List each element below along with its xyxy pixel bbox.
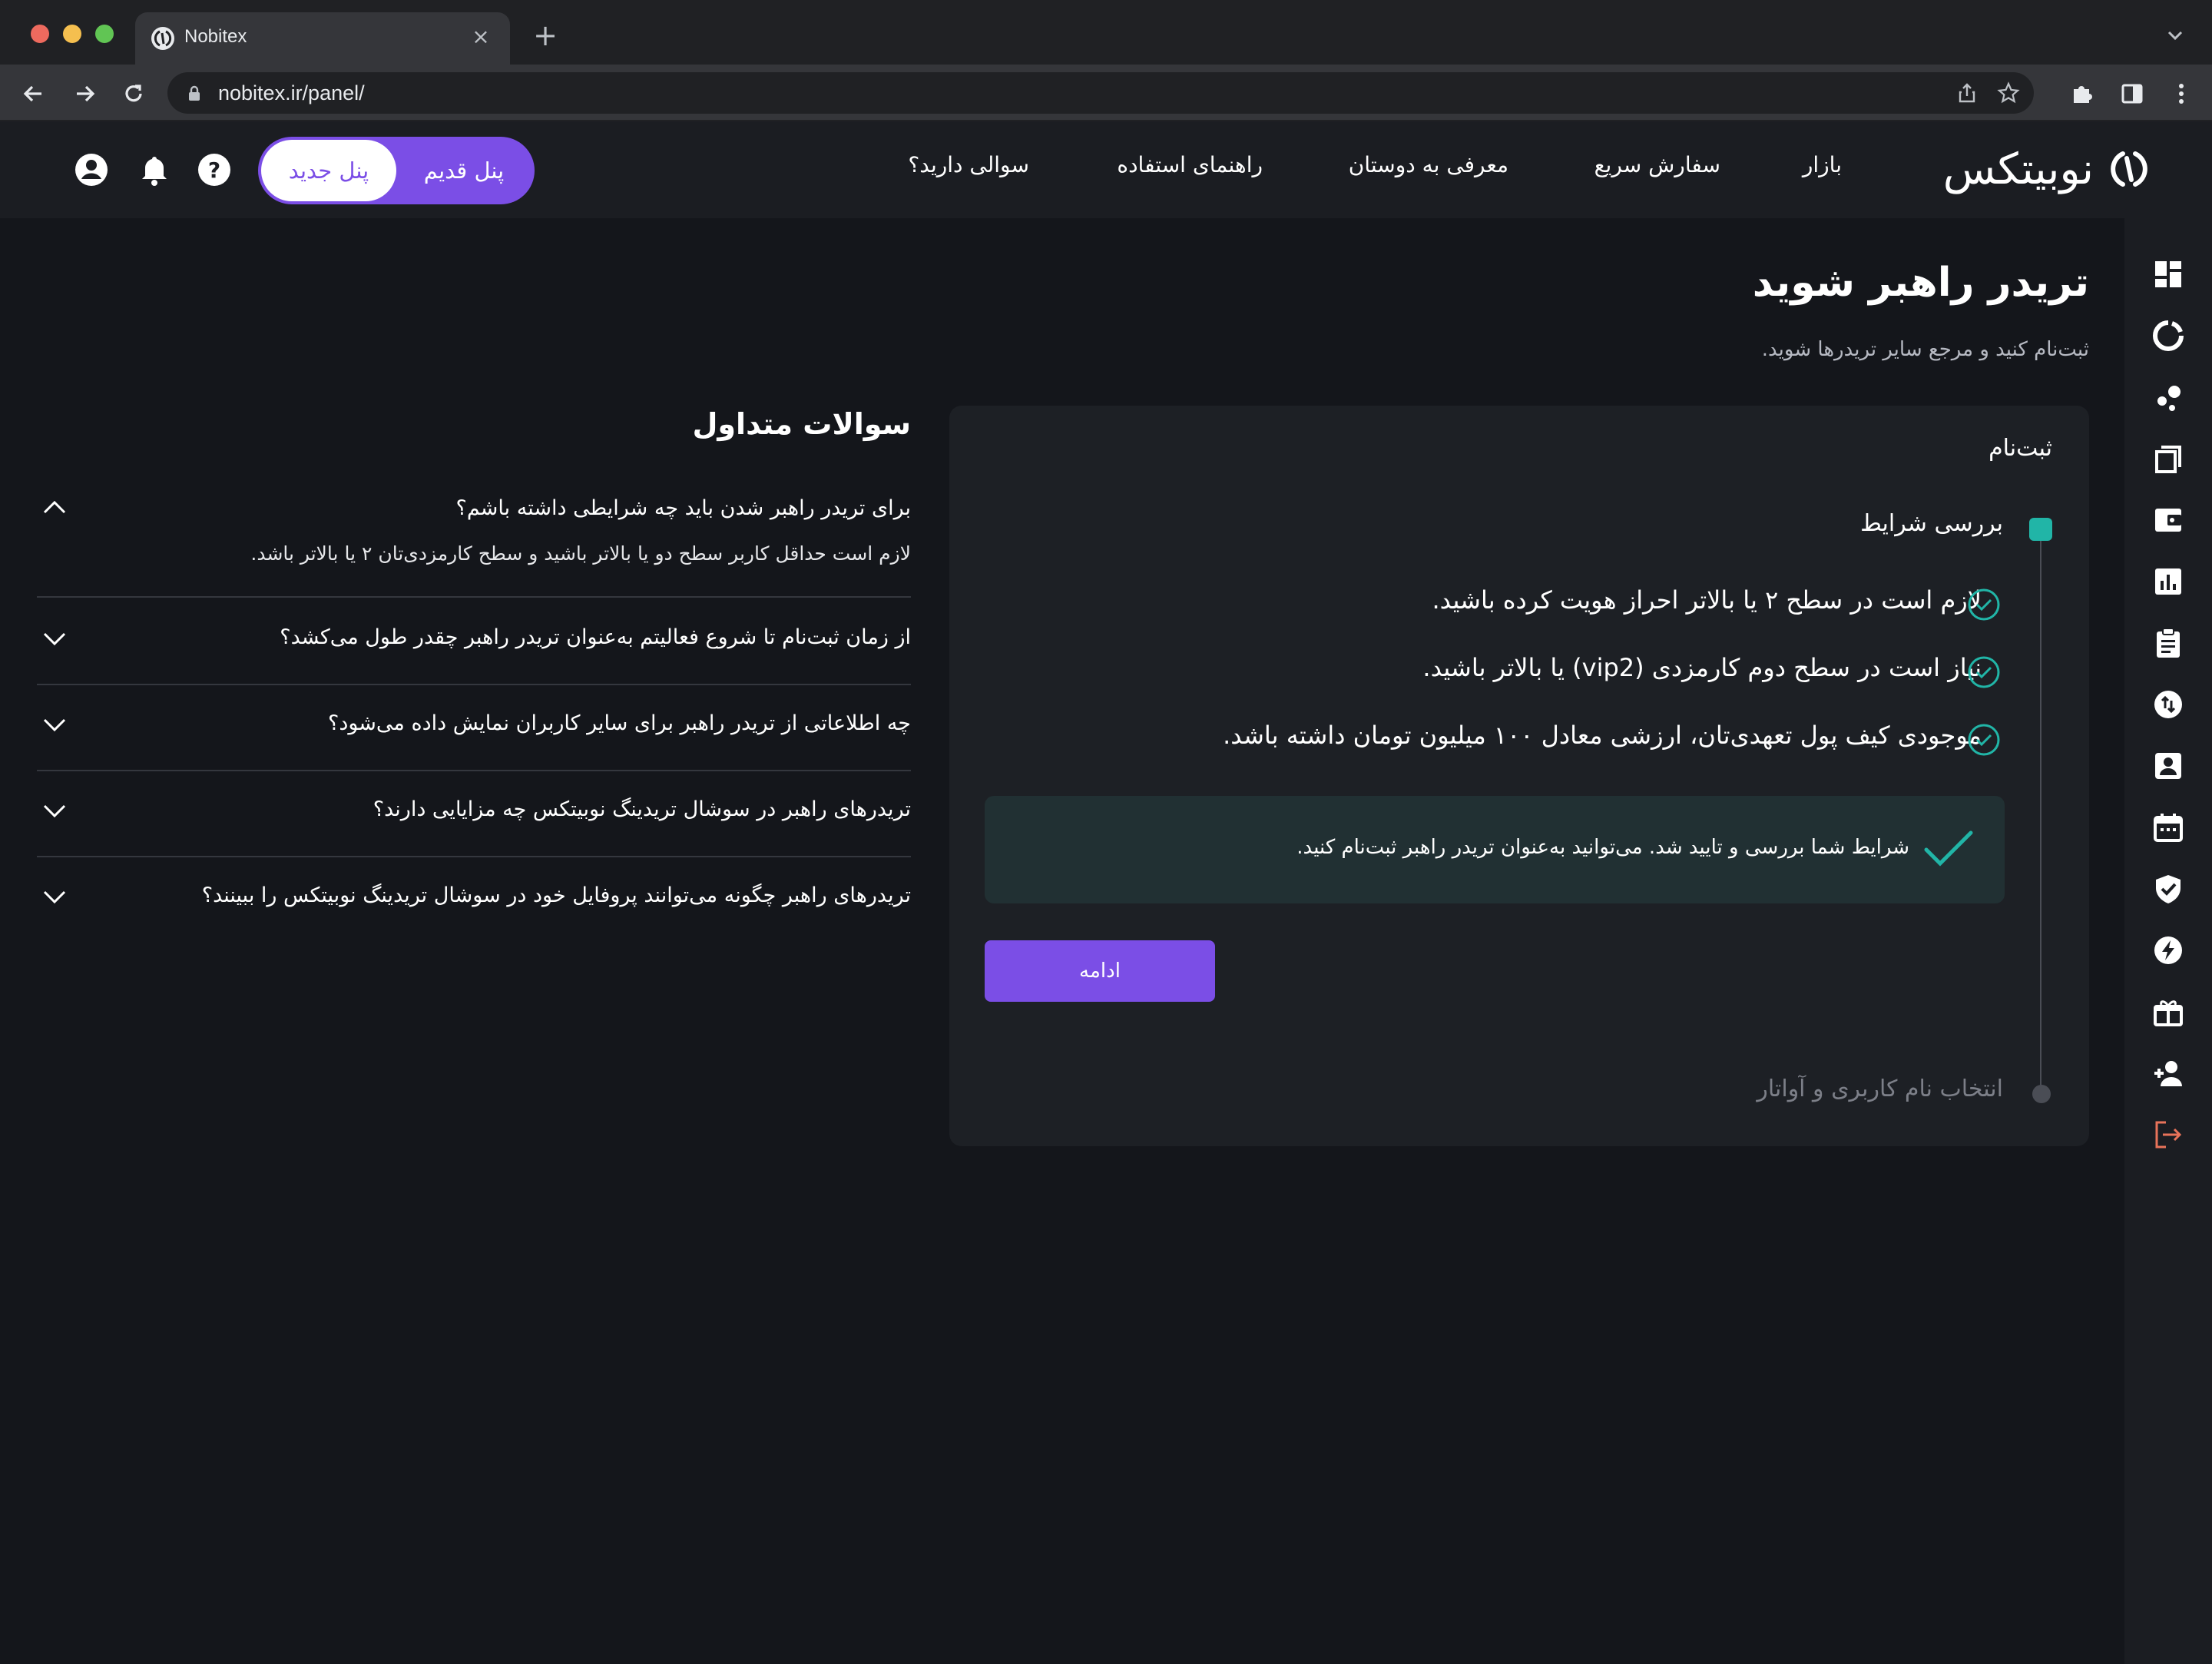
orders-icon[interactable] (2152, 443, 2184, 475)
faq-item-expanded[interactable]: برای تریدر راهبر شدن باید چه شرایطی داشت… (37, 486, 911, 598)
browser-tabstrip: Nobitex × + (0, 0, 2212, 65)
condition-item: لازم است در سطح ۲ یا بالاتر احراز هویت ک… (1432, 585, 1982, 615)
nobitex-logo-icon (2111, 151, 2147, 187)
step-choose-username-label: انتخاب نام کاربری و آواتار (1757, 1076, 2003, 1102)
window-minimize-button[interactable] (63, 25, 81, 43)
condition-item: نیاز است در سطح دوم کارمزدی (vip2) یا با… (1422, 653, 1982, 682)
checkmark-icon (1924, 830, 1973, 867)
chevron-down-icon[interactable] (41, 883, 68, 910)
faq-item[interactable]: تریدرهای راهبر چگونه می‌توانند پروفایل خ… (37, 857, 911, 943)
continue-button[interactable]: ادامه (985, 940, 1215, 1002)
chevron-down-icon[interactable] (41, 625, 68, 651)
stepper-line (2040, 536, 2041, 1091)
dashboard-icon[interactable] (2152, 258, 2184, 290)
old-panel-option[interactable]: پنل قدیم (396, 140, 531, 201)
panel-version-toggle[interactable]: پنل جدید پنل قدیم (258, 137, 535, 204)
chart-icon[interactable] (2152, 565, 2184, 598)
extensions-puzzle-icon[interactable] (2068, 78, 2098, 109)
faq-item[interactable]: از زمان ثبت‌نام تا شروع فعالیتم به‌عنوان… (37, 599, 911, 685)
nav-user-guide[interactable]: راهنمای استفاده (1117, 152, 1263, 177)
browser-tab-active[interactable]: Nobitex × (135, 12, 510, 65)
nav-faq-question[interactable]: سوالی دارید؟ (908, 152, 1029, 177)
share-icon[interactable] (1955, 81, 1979, 104)
reload-icon[interactable] (118, 78, 149, 109)
address-bar[interactable]: nobitex.ir/panel/ (167, 72, 2034, 114)
social-trading-icon[interactable] (2152, 381, 2184, 413)
page-title: تریدر راهبر شوید (1752, 260, 2089, 306)
invite-friend-icon[interactable] (2152, 1057, 2184, 1089)
new-tab-plus-icon[interactable]: + (530, 21, 561, 52)
side-panel-icon[interactable] (2117, 78, 2147, 109)
security-shield-icon[interactable] (2152, 873, 2184, 905)
report-icon[interactable] (2152, 627, 2184, 659)
faq-question[interactable]: چه اطلاعاتی از تریدر راهبر برای سایر کار… (328, 711, 911, 735)
wallet-icon[interactable] (2152, 504, 2184, 536)
new-panel-option[interactable]: پنل جدید (261, 140, 396, 201)
success-message-box: شرایط شما بررسی و تایید شد. می‌توانید به… (985, 796, 2005, 903)
gift-icon[interactable] (2152, 996, 2184, 1028)
success-message-text: شرایط شما بررسی و تایید شد. می‌توانید به… (1296, 836, 1909, 859)
market-icon[interactable] (2152, 320, 2184, 352)
tab-title: Nobitex (184, 26, 247, 47)
faq-item[interactable]: چه اطلاعاتی از تریدر راهبر برای سایر کار… (37, 685, 911, 771)
app-header: نوبیتکس بازار سفارش سریع معرفی به دوستان… (0, 121, 2212, 218)
browser-toolbar: nobitex.ir/panel/ (0, 65, 2212, 121)
right-sidebar (2124, 218, 2212, 1664)
bookmark-star-icon[interactable] (1997, 81, 2020, 104)
svg-text:?: ? (208, 157, 220, 183)
url-text: nobitex.ir/panel/ (218, 81, 365, 104)
faq-question[interactable]: برای تریدر راهبر شدن باید چه شرایطی داشت… (455, 496, 911, 520)
lock-icon (189, 85, 200, 101)
window-close-button[interactable] (31, 25, 49, 43)
divider (37, 596, 911, 598)
step-check-conditions-label: بررسی شرایط (1860, 510, 2003, 537)
tab-search-chevron-icon[interactable] (2163, 23, 2187, 48)
help-icon[interactable]: ? (197, 152, 232, 187)
registration-card: ثبت‌نام بررسی شرایط لازم است در سطح ۲ یا… (949, 406, 2089, 1146)
check-circle-icon (1968, 724, 2000, 756)
forward-arrow-icon[interactable] (69, 78, 100, 109)
logout-icon[interactable] (2152, 1119, 2184, 1151)
chevron-up-icon[interactable] (41, 495, 68, 521)
back-arrow-icon[interactable] (18, 78, 49, 109)
page-subtitle: ثبت‌نام کنید و مرجع سایر تریدرها شوید. (1761, 338, 2089, 361)
profile-icon[interactable] (2152, 750, 2184, 782)
browser-menu-icon[interactable] (2166, 78, 2197, 109)
nav-quick-order[interactable]: سفارش سریع (1594, 152, 1720, 177)
faq-question[interactable]: تریدرهای راهبر در سوشال تریدینگ نوبیتکس … (373, 797, 911, 821)
bell-icon[interactable] (137, 152, 172, 187)
faq-question[interactable]: تریدرهای راهبر چگونه می‌توانند پروفایل خ… (202, 883, 911, 907)
tab-close-icon[interactable]: × (469, 25, 493, 49)
logo-text: نوبیتکس (1942, 144, 2094, 194)
registration-heading: ثبت‌نام (1988, 435, 2052, 462)
chevron-down-icon[interactable] (41, 797, 68, 824)
nobitex-favicon-icon (151, 27, 174, 50)
transfer-icon[interactable] (2152, 688, 2184, 721)
condition-item: موجودی کیف پول تعهدی‌تان، ارزشی معادل ۱۰… (1223, 721, 1982, 750)
user-account-icon[interactable] (74, 152, 109, 187)
check-circle-icon (1968, 588, 2000, 621)
nav-market[interactable]: بازار (1803, 152, 1842, 177)
faq-item[interactable]: تریدرهای راهبر در سوشال تریدینگ نوبیتکس … (37, 771, 911, 857)
chevron-down-icon[interactable] (41, 711, 68, 738)
check-circle-icon (1968, 656, 2000, 688)
faq-question[interactable]: از زمان ثبت‌نام تا شروع فعالیتم به‌عنوان… (280, 625, 911, 649)
calendar-icon[interactable] (2152, 811, 2184, 844)
nobitex-logo[interactable]: نوبیتکس (1943, 140, 2151, 198)
faq-answer: لازم است حداقل کاربر سطح دو یا بالاتر با… (250, 542, 911, 565)
step-active-indicator (2029, 518, 2052, 541)
window-zoom-button[interactable] (95, 25, 114, 43)
faq-title: سوالات متداول (692, 407, 911, 441)
nav-refer-friends[interactable]: معرفی به دوستان (1349, 152, 1508, 177)
step-pending-indicator (2032, 1085, 2051, 1103)
quick-order-icon[interactable] (2152, 934, 2184, 966)
